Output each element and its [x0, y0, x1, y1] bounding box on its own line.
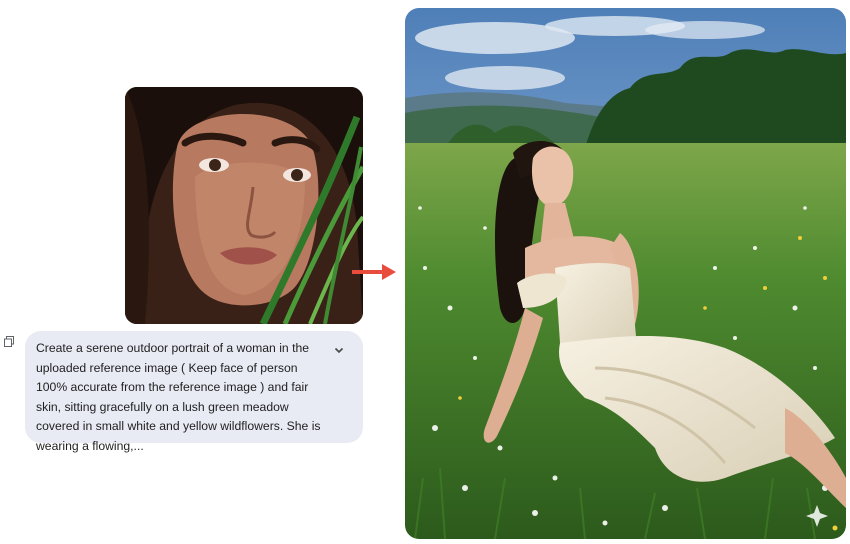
arrow-right-icon — [352, 262, 398, 287]
generated-image[interactable] — [405, 8, 846, 539]
prompt-bubble[interactable]: Create a serene outdoor portrait of a wo… — [25, 331, 363, 453]
generated-portrait-art — [405, 8, 846, 539]
reference-portrait-art — [125, 87, 363, 324]
prompt-text: Create a serene outdoor portrait of a wo… — [36, 341, 321, 453]
chevron-down-icon[interactable] — [333, 343, 345, 355]
copy-icon[interactable] — [4, 336, 14, 347]
reference-image[interactable] — [125, 87, 363, 324]
